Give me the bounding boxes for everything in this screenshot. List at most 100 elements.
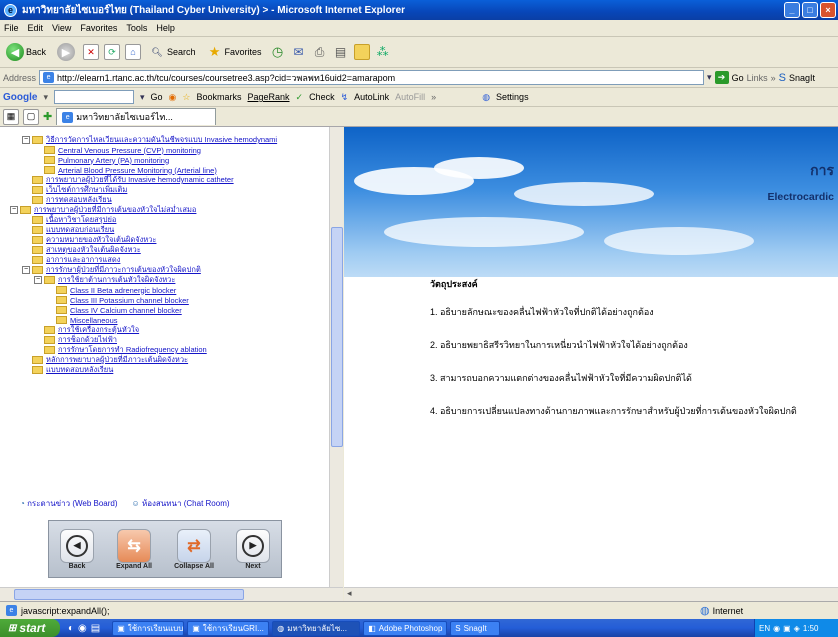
tree-node-link[interactable]: วิธีการวัดการไหลเวียนและความดันในชีพจรแบ… <box>46 134 277 146</box>
chevron-icon[interactable]: » <box>431 92 436 102</box>
tree-node[interactable]: Class III Potassium channel blocker <box>10 295 335 305</box>
folder-icon <box>56 316 67 324</box>
content-frame: การ Electrocardic วัตถุประสงค์ 1. อธิบาย… <box>344 127 838 587</box>
home-icon[interactable]: ⌂ <box>125 44 142 60</box>
tree-node[interactable]: − การใช้ยาต้านการเต้นหัวใจผิดจังหวะ <box>10 275 335 285</box>
bookmarks-button[interactable]: Bookmarks <box>196 92 241 102</box>
address-dropdown-icon[interactable]: ▾ <box>707 72 712 83</box>
tree-node[interactable]: − วิธีการวัดการไหลเวียนและความดันในชีพจรแ… <box>10 135 335 145</box>
menu-favorites[interactable]: Favorites <box>80 23 117 33</box>
dropdown-icon[interactable]: ▾ <box>140 92 145 103</box>
dropdown-icon[interactable]: ▾ <box>43 92 48 103</box>
tree-node-link[interactable]: Class II Beta adrenergic blocker <box>70 286 176 295</box>
tree-node-link[interactable]: แบบทดสอบหลังเรียน <box>46 364 113 376</box>
tab-list-icon[interactable]: ▢ <box>23 108 39 125</box>
go-button[interactable]: Go <box>732 73 744 83</box>
quick-tabs-icon[interactable]: ▦ <box>3 108 19 125</box>
autofill-button[interactable]: AutoFill <box>395 92 425 102</box>
zone-label: Internet <box>712 605 744 616</box>
menu-help[interactable]: Help <box>156 23 175 33</box>
tree-node[interactable]: Class II Beta adrenergic blocker <box>10 285 335 295</box>
window-titlebar[interactable]: e มหาวิทยาลัยไซเบอร์ไทย (Thailand Cyber … <box>0 0 838 20</box>
refresh-icon[interactable]: ⟳ <box>104 44 121 60</box>
print-icon[interactable]: ⎙ <box>312 44 328 60</box>
check-button[interactable]: Check <box>309 92 335 102</box>
webboard-link[interactable]: ◔ กระดานข่าว (Web Board) <box>20 497 118 510</box>
edit-icon[interactable]: ▤ <box>333 44 349 60</box>
taskbar-task[interactable]: ◧ Adobe Photoshop <box>363 620 448 636</box>
menu-file[interactable]: File <box>4 23 19 33</box>
back-label: Back <box>26 47 47 57</box>
back-nav-button[interactable]: ◀ Back <box>60 528 95 570</box>
scroll-left-arrow-icon[interactable]: ◂ <box>347 588 352 599</box>
tree-node-link[interactable]: Central Venous Pressure (CVP) monitoring <box>58 146 201 155</box>
collapse-all-button[interactable]: ⇄ Collapse All <box>174 528 214 570</box>
tree-node[interactable]: Pulmonary Artery (PA) monitoring <box>10 155 335 165</box>
google-go-button[interactable]: Go <box>151 92 163 102</box>
language-indicator[interactable]: EN <box>759 624 770 633</box>
tree-node-link[interactable]: Pulmonary Artery (PA) monitoring <box>58 156 169 165</box>
tree-node-link[interactable]: Class III Potassium channel blocker <box>70 296 189 305</box>
back-button[interactable]: ◀ Back <box>3 41 49 63</box>
tray-icon[interactable]: ▣ <box>783 624 791 633</box>
add-favorite-icon[interactable]: ✚ <box>43 110 52 123</box>
menu-edit[interactable]: Edit <box>28 23 44 33</box>
close-button[interactable]: × <box>820 2 836 18</box>
tray-icon[interactable]: ◉ <box>773 624 780 633</box>
quicklaunch-icon[interactable]: ◐ <box>68 623 74 634</box>
chevron-icon[interactable]: » <box>771 73 776 83</box>
minimize-button[interactable]: _ <box>784 2 800 18</box>
forward-button[interactable]: ▶ <box>54 41 78 63</box>
scroll-thumb[interactable] <box>14 589 244 600</box>
left-horizontal-scrollbar[interactable] <box>0 587 343 601</box>
google-logo[interactable]: Google <box>3 92 37 103</box>
taskbar-task[interactable]: ▣ ใช้การเรียนGRI... <box>187 620 270 636</box>
tray-icon[interactable]: ◈ <box>794 624 800 633</box>
pagerank-button[interactable]: PageRank <box>247 92 289 102</box>
history-icon[interactable]: ◷ <box>270 44 286 60</box>
tree-node-link[interactable]: Class IV Calcium channel blocker <box>70 306 182 315</box>
address-url: http://elearn1.rtanc.ac.th/tcu/courses/c… <box>57 72 396 83</box>
taskbar-task[interactable]: ▣ ใช้การเรียนแบบ... <box>112 620 185 636</box>
taskbar-task-active[interactable]: ◍ มหาวิทยาลัยไซ... <box>272 620 361 636</box>
popup-blocker-icon[interactable]: ◉ <box>169 92 177 103</box>
go-arrow-icon[interactable]: ➔ <box>714 71 729 84</box>
collapse-node-icon[interactable]: − <box>10 206 18 214</box>
favorites-button[interactable]: ★ Favorites <box>204 42 265 62</box>
mail-icon[interactable]: ✉ <box>291 44 307 60</box>
search-button[interactable]: 🔍︎ Search <box>146 42 199 62</box>
settings-button[interactable]: Settings <box>496 92 529 102</box>
quicklaunch-icon[interactable]: ▤ <box>91 623 100 634</box>
stop-icon[interactable]: ✕ <box>83 44 100 60</box>
tree-node[interactable]: แบบทดสอบหลังเรียน <box>10 365 335 375</box>
tree-node-link[interactable]: การใช้ยาต้านการเต้นหัวใจผิดจังหวะ <box>58 274 175 286</box>
chatroom-link[interactable]: ☺ ห้องสนทนา (Chat Room) <box>132 497 230 510</box>
start-button[interactable]: ⊞ start <box>0 619 60 637</box>
folder-icon[interactable] <box>353 44 370 60</box>
tree-node[interactable]: Central Venous Pressure (CVP) monitoring <box>10 145 335 155</box>
tree-node[interactable]: Class IV Calcium channel blocker <box>10 305 335 315</box>
collapse-node-icon[interactable]: − <box>34 276 42 284</box>
autolink-button[interactable]: AutoLink <box>354 92 389 102</box>
collapse-node-icon[interactable]: − <box>22 136 30 144</box>
windows-taskbar: ⊞ start ◐ ◉ ▤ ▣ ใช้การเรียนแบบ... ▣ ใช้การ… <box>0 619 838 637</box>
address-input[interactable]: e http://elearn1.rtanc.ac.th/tcu/courses… <box>39 70 705 85</box>
tab-current[interactable]: e มหาวิทยาลัยไซเบอร์ไท... <box>56 108 217 125</box>
left-vertical-scrollbar[interactable] <box>329 127 343 587</box>
menu-view[interactable]: View <box>52 23 71 33</box>
maximize-button[interactable]: □ <box>802 2 818 18</box>
quicklaunch-icon[interactable]: ◉ <box>78 623 87 634</box>
google-search-input[interactable] <box>53 90 134 104</box>
next-nav-button[interactable]: ▶ Next <box>235 528 270 570</box>
taskbar-task[interactable]: S SnagIt <box>450 620 501 636</box>
folder-icon <box>56 306 67 314</box>
address-label: Address <box>3 72 37 83</box>
snagit-button[interactable]: SnagIt <box>789 73 815 83</box>
messenger-icon[interactable]: ⁂ <box>375 44 391 60</box>
collapse-node-icon[interactable]: − <box>22 266 30 274</box>
menu-tools[interactable]: Tools <box>126 23 147 33</box>
links-button[interactable]: Links <box>747 73 768 83</box>
right-horizontal-scrollbar[interactable]: ◂ <box>344 587 838 601</box>
expand-all-button[interactable]: ⇆ Expand All <box>116 528 152 570</box>
scroll-thumb[interactable] <box>331 227 343 447</box>
